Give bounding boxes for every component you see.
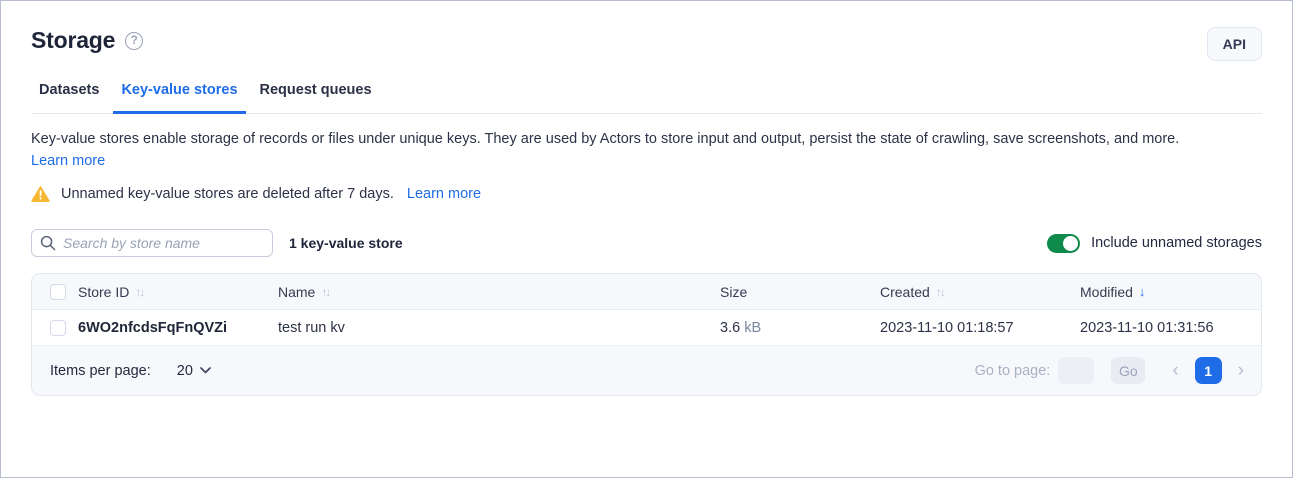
select-all-checkbox[interactable] — [50, 284, 66, 300]
header-checkbox-cell — [32, 284, 78, 300]
storage-page: Storage ? API Datasets Key-value stores … — [0, 0, 1293, 478]
column-label-size: Size — [720, 284, 747, 300]
column-header-store-id[interactable]: Store ID ↑↓ — [78, 284, 278, 300]
table-row[interactable]: 6WO2nfcdsFqFnQVZi test run kv 3.6 kB 202… — [32, 310, 1261, 346]
description-learn-more-link[interactable]: Learn more — [31, 153, 105, 169]
table-footer: Items per page: 20 Go to page: Go ‹ 1 › — [32, 346, 1261, 395]
items-per-page-value: 20 — [177, 363, 193, 379]
help-icon[interactable]: ? — [125, 32, 143, 50]
search-wrap — [31, 229, 273, 257]
warning-icon — [31, 185, 50, 202]
tab-request-queues[interactable]: Request queues — [252, 76, 380, 114]
warning-banner: Unnamed key-value stores are deleted aft… — [31, 185, 1262, 202]
toggle-label: Include unnamed storages — [1091, 235, 1262, 251]
column-label-created: Created — [880, 284, 930, 300]
items-per-page-label: Items per page: — [50, 363, 151, 379]
chevron-down-icon — [200, 367, 211, 374]
sort-icon-created: ↑↓ — [936, 285, 944, 299]
row-size: 3.6 kB — [720, 320, 880, 336]
sort-icon-store-id: ↑↓ — [135, 285, 143, 299]
sort-icon-name: ↑↓ — [321, 285, 329, 299]
column-label-store-id: Store ID — [78, 284, 129, 300]
unnamed-storages-toggle-group: Include unnamed storages — [1047, 234, 1262, 253]
row-created: 2023-11-10 01:18:57 — [880, 320, 1080, 336]
table-header-row: Store ID ↑↓ Name ↑↓ Size Created ↑↓ Modi… — [32, 274, 1261, 310]
search-input[interactable] — [31, 229, 273, 257]
search-icon — [40, 235, 56, 251]
items-per-page-select[interactable]: 20 — [177, 363, 211, 379]
row-store-id[interactable]: 6WO2nfcdsFqFnQVZi — [78, 320, 278, 336]
row-checkbox-cell — [32, 320, 78, 336]
chevron-left-icon[interactable]: ‹ — [1169, 361, 1181, 380]
description-text: Key-value stores enable storage of recor… — [31, 128, 1262, 150]
row-name[interactable]: test run kv — [278, 320, 720, 336]
row-modified: 2023-11-10 01:31:56 — [1080, 320, 1261, 336]
column-header-size: Size — [720, 284, 880, 300]
include-unnamed-toggle[interactable] — [1047, 234, 1080, 253]
warning-text: Unnamed key-value stores are deleted aft… — [61, 186, 394, 202]
title-wrap: Storage ? — [31, 27, 143, 54]
go-to-page-input[interactable] — [1058, 357, 1094, 384]
column-header-modified[interactable]: Modified ↓ — [1080, 284, 1261, 300]
tab-key-value-stores[interactable]: Key-value stores — [113, 76, 245, 114]
go-to-page-label: Go to page: — [975, 363, 1051, 379]
pager: ‹ 1 › — [1169, 357, 1247, 384]
key-value-stores-table: Store ID ↑↓ Name ↑↓ Size Created ↑↓ Modi… — [31, 273, 1262, 396]
toggle-knob — [1063, 236, 1078, 251]
page-header: Storage ? API — [1, 1, 1292, 61]
chevron-right-icon[interactable]: › — [1235, 361, 1247, 380]
current-page-button[interactable]: 1 — [1195, 357, 1222, 384]
row-size-value: 3.6 — [720, 320, 740, 336]
warning-learn-more-link[interactable]: Learn more — [407, 186, 481, 202]
go-to-page-group: Go to page: Go ‹ 1 › — [975, 357, 1247, 384]
go-button[interactable]: Go — [1111, 357, 1145, 384]
storage-tabs: Datasets Key-value stores Request queues — [31, 76, 1262, 114]
row-size-unit: kB — [744, 320, 761, 336]
api-button[interactable]: API — [1207, 27, 1262, 61]
store-count-label: 1 key-value store — [289, 235, 403, 251]
tab-datasets[interactable]: Datasets — [31, 76, 107, 114]
column-label-name: Name — [278, 284, 315, 300]
column-label-modified: Modified — [1080, 284, 1133, 300]
column-header-name[interactable]: Name ↑↓ — [278, 284, 720, 300]
column-header-created[interactable]: Created ↑↓ — [880, 284, 1080, 300]
list-controls: 1 key-value store Include unnamed storag… — [31, 229, 1262, 257]
page-title: Storage — [31, 27, 115, 54]
row-checkbox[interactable] — [50, 320, 66, 336]
sort-icon-modified-desc: ↓ — [1139, 284, 1146, 299]
